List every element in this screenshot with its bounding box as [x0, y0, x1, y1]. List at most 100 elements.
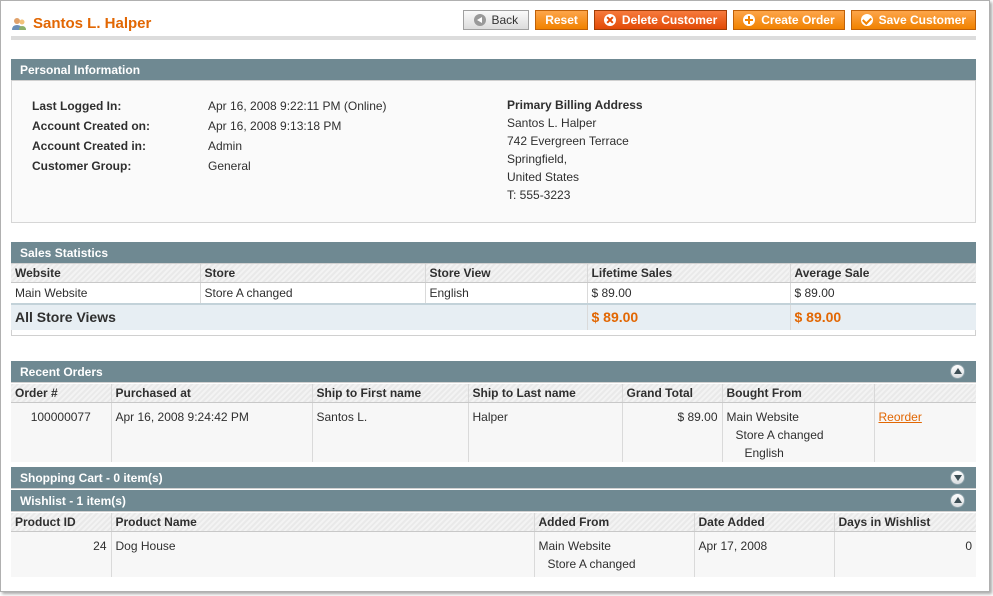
- billing-address: Primary Billing Address Santos L. Halper…: [507, 96, 643, 204]
- column-header[interactable]: Bought From: [722, 384, 875, 403]
- page-title-area: Santos L. Halper: [11, 15, 151, 32]
- collapse-up-icon[interactable]: [950, 364, 965, 379]
- table-header-row: Product ID Product Name Added From Date …: [11, 513, 976, 532]
- wishlist-title: Wishlist - 1 item(s): [20, 494, 126, 508]
- delete-customer-label: Delete Customer: [621, 13, 718, 27]
- billing-line: United States: [507, 170, 580, 184]
- column-header[interactable]: Grand Total: [622, 384, 723, 403]
- back-button[interactable]: Back: [462, 10, 530, 30]
- table-row[interactable]: 100000077 Apr 16, 2008 9:24:42 PM Santos…: [11, 402, 976, 462]
- billing-line: T: 555-3223: [507, 188, 571, 202]
- date-added: Apr 17, 2008: [694, 531, 835, 577]
- info-label: Account Created in:: [32, 139, 147, 153]
- total-average-sale: $ 89.00: [790, 303, 976, 330]
- column-header[interactable]: Ship to Last name: [468, 384, 623, 403]
- ship-first-name: Santos L.: [312, 402, 469, 462]
- added-from-store: Store A changed: [547, 556, 636, 571]
- purchased-at: Apr 16, 2008 9:24:42 PM: [111, 402, 313, 462]
- reset-button-label: Reset: [545, 13, 578, 27]
- billing-address-title: Primary Billing Address: [507, 98, 643, 112]
- delete-icon: [603, 14, 616, 26]
- totals-label: All Store Views: [11, 303, 588, 330]
- customer-icon: [12, 17, 26, 30]
- column-header[interactable]: Date Added: [694, 513, 835, 532]
- wishlist-header[interactable]: Wishlist - 1 item(s): [11, 490, 976, 512]
- wishlist-table: Product ID Product Name Added From Date …: [11, 513, 976, 577]
- ship-last-name: Halper: [468, 402, 623, 462]
- info-value: General: [208, 159, 251, 173]
- recent-orders-title: Recent Orders: [20, 365, 103, 379]
- column-header[interactable]: Website: [11, 264, 201, 283]
- collapse-up-icon[interactable]: [950, 493, 965, 508]
- create-order-button[interactable]: Create Order: [733, 10, 845, 30]
- info-value: Admin: [208, 139, 243, 153]
- action-cell: Reorder: [874, 402, 976, 462]
- check-icon: [860, 14, 873, 26]
- info-row-customer-group: Customer Group: General: [32, 159, 251, 173]
- save-customer-label: Save Customer: [878, 13, 966, 27]
- product-id: 24: [11, 531, 112, 577]
- sales-stats-header: Sales Statistics: [11, 242, 976, 264]
- days-in-wishlist: 0: [834, 531, 976, 577]
- table-header-row: Order # Purchased at Ship to First name …: [11, 384, 976, 403]
- back-button-label: Back: [491, 13, 519, 27]
- column-header[interactable]: Lifetime Sales: [587, 264, 791, 283]
- column-header[interactable]: Order #: [11, 384, 112, 403]
- recent-orders-header[interactable]: Recent Orders: [11, 361, 976, 383]
- info-value: Apr 16, 2008 9:22:11 PM (Online): [208, 99, 387, 113]
- personal-info-panel: Last Logged In: Apr 16, 2008 9:22:11 PM …: [11, 81, 976, 223]
- column-header[interactable]: Ship to First name: [312, 384, 469, 403]
- bought-from: Main Website Store A changed English: [722, 402, 875, 462]
- create-order-label: Create Order: [761, 13, 835, 27]
- billing-line: 742 Evergreen Terrace: [507, 134, 629, 148]
- column-header[interactable]: Product ID: [11, 513, 112, 532]
- column-header[interactable]: Store View: [425, 264, 588, 283]
- bought-from-store: Store A changed: [735, 427, 824, 442]
- bought-from-view: English: [744, 445, 784, 460]
- table-cell: Store A changed: [200, 282, 426, 305]
- info-value: Apr 16, 2008 9:13:18 PM: [208, 119, 342, 133]
- table-row: Main Website Store A changed English $ 8…: [11, 282, 976, 305]
- info-label: Customer Group:: [32, 159, 132, 173]
- billing-line: Springfield,: [507, 152, 568, 166]
- shopping-cart-title: Shopping Cart - 0 item(s): [20, 471, 163, 485]
- info-row-created-on: Account Created on: Apr 16, 2008 9:13:18…: [32, 119, 341, 133]
- total-lifetime-sales: $ 89.00: [587, 303, 791, 330]
- info-label: Last Logged In:: [32, 99, 122, 113]
- grand-total: $ 89.00: [622, 402, 723, 462]
- column-header[interactable]: Store: [200, 264, 426, 283]
- personal-info-header: Personal Information: [11, 59, 976, 81]
- info-label: Account Created on:: [32, 119, 151, 133]
- column-header[interactable]: Added From: [534, 513, 695, 532]
- sales-stats-table: Website Store Store View Lifetime Sales …: [11, 264, 976, 330]
- table-cell: Main Website: [11, 282, 201, 305]
- page-title: Santos L. Halper: [33, 15, 152, 32]
- bought-from-website: Main Website: [726, 409, 799, 424]
- order-number: 100000077: [11, 402, 112, 462]
- save-customer-button[interactable]: Save Customer: [850, 10, 976, 30]
- column-header[interactable]: Product Name: [111, 513, 535, 532]
- delete-customer-button[interactable]: Delete Customer: [593, 10, 728, 30]
- column-header[interactable]: Purchased at: [111, 384, 313, 403]
- reorder-link[interactable]: Reorder: [879, 410, 922, 424]
- table-cell: $ 89.00: [587, 282, 791, 305]
- table-header-row: Website Store Store View Lifetime Sales …: [11, 264, 976, 283]
- table-cell: English: [425, 282, 588, 305]
- column-header[interactable]: Days in Wishlist: [834, 513, 976, 532]
- table-cell: $ 89.00: [790, 282, 976, 305]
- info-row-created-in: Account Created in: Admin: [32, 139, 242, 153]
- column-header[interactable]: Average Sale: [790, 264, 976, 283]
- personal-info-title: Personal Information: [20, 63, 141, 77]
- expand-down-icon[interactable]: [950, 470, 965, 485]
- billing-line: Santos L. Halper: [507, 116, 597, 130]
- added-from-website: Main Website: [538, 538, 611, 553]
- shopping-cart-header[interactable]: Shopping Cart - 0 item(s): [11, 467, 976, 489]
- sales-stats-title: Sales Statistics: [20, 246, 109, 260]
- column-header: [874, 384, 976, 403]
- info-row-last-login: Last Logged In: Apr 16, 2008 9:22:11 PM …: [32, 99, 387, 113]
- reset-button[interactable]: Reset: [535, 10, 588, 30]
- recent-orders-table: Order # Purchased at Ship to First name …: [11, 384, 976, 462]
- added-from: Main Website Store A changed: [534, 531, 695, 577]
- page-header: Santos L. Halper Back Reset Delete Custo…: [11, 8, 976, 40]
- table-row[interactable]: 24 Dog House Main Website Store A change…: [11, 531, 976, 577]
